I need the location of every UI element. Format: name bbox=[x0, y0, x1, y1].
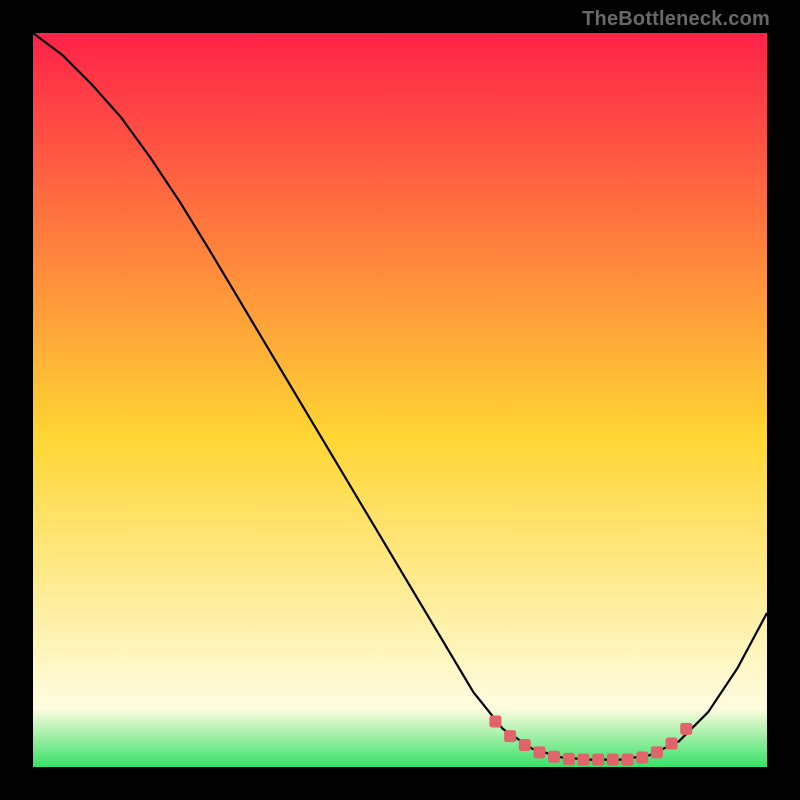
trough-marker bbox=[637, 752, 648, 763]
trough-marker bbox=[534, 747, 545, 758]
trough-marker bbox=[505, 731, 516, 742]
trough-marker bbox=[578, 754, 589, 765]
trough-marker bbox=[622, 754, 633, 765]
trough-marker bbox=[593, 754, 604, 765]
chart-frame: TheBottleneck.com bbox=[0, 0, 800, 800]
trough-marker bbox=[681, 723, 692, 734]
plot-area bbox=[33, 33, 767, 767]
trough-marker bbox=[651, 747, 662, 758]
trough-marker bbox=[607, 754, 618, 765]
gradient-background bbox=[33, 33, 767, 767]
trough-marker bbox=[563, 753, 574, 764]
watermark-text: TheBottleneck.com bbox=[582, 8, 770, 31]
chart-svg bbox=[33, 33, 767, 767]
trough-marker bbox=[666, 738, 677, 749]
trough-marker bbox=[549, 751, 560, 762]
trough-marker bbox=[490, 716, 501, 727]
trough-marker bbox=[519, 739, 530, 750]
